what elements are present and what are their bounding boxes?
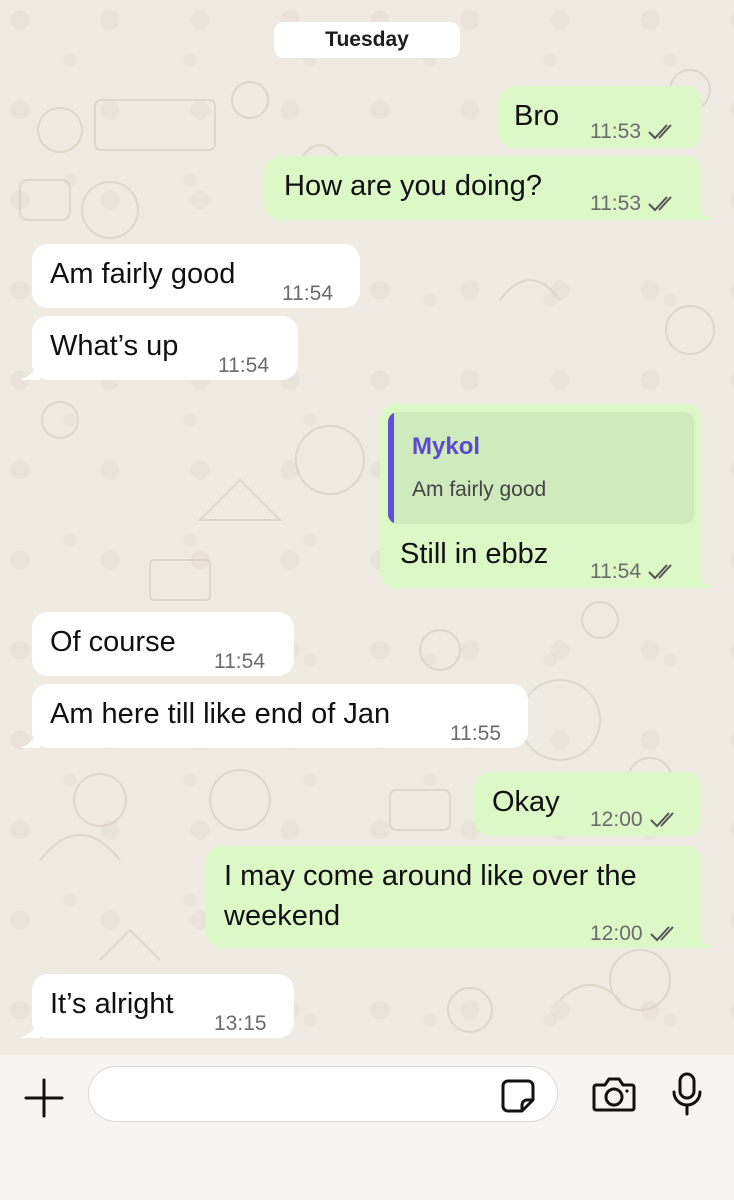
- message-text: Am fairly good: [50, 258, 236, 290]
- bubble-tail-incoming: [20, 360, 40, 380]
- quote-text: Am fairly good: [412, 478, 547, 501]
- message-bubble-outgoing[interactable]: Bro 11:53: [498, 86, 702, 148]
- message-meta: 11:54: [214, 642, 265, 682]
- sticker-icon[interactable]: [500, 1078, 536, 1114]
- double-check-read-icon: [648, 564, 672, 580]
- date-separator: Tuesday: [274, 22, 460, 58]
- message-meta: 11:55: [450, 714, 501, 754]
- message-meta: 11:54: [282, 274, 333, 314]
- message-time: 11:54: [590, 560, 641, 583]
- message-bubble-outgoing[interactable]: Okay 12:00: [474, 772, 702, 836]
- message-meta: 12:00: [590, 914, 679, 954]
- message-bubble-incoming[interactable]: What’s up 11:54: [32, 316, 298, 380]
- reply-quote[interactable]: Mykol Am fairly good: [388, 412, 694, 524]
- bubble-tail-outgoing: [694, 568, 714, 588]
- bubble-tail-outgoing: [694, 928, 714, 948]
- message-time: 12:00: [590, 922, 643, 945]
- message-text: Of course: [50, 626, 176, 658]
- message-input-box[interactable]: [88, 1066, 558, 1122]
- quote-accent-bar: [388, 412, 394, 524]
- message-time: 13:15: [214, 1012, 267, 1035]
- message-bubble-outgoing[interactable]: Mykol Am fairly good Still in ebbz 11:54: [380, 404, 702, 588]
- message-meta: 11:53: [590, 184, 677, 224]
- message-text: It’s alright: [50, 988, 174, 1020]
- double-check-read-icon: [649, 926, 674, 942]
- message-meta: 11:54: [590, 552, 677, 592]
- message-text-line: weekend: [224, 900, 341, 932]
- plus-icon[interactable]: [24, 1078, 64, 1118]
- message-meta: 12:00: [590, 800, 679, 840]
- double-check-read-icon: [649, 812, 674, 828]
- message-meta: 13:15: [214, 1004, 267, 1044]
- message-bubble-incoming[interactable]: It’s alright 13:15: [32, 974, 294, 1038]
- message-time: 11:54: [218, 354, 269, 377]
- message-bubble-outgoing[interactable]: How are you doing? 11:53: [264, 156, 702, 220]
- quote-author: Mykol: [412, 433, 481, 460]
- camera-icon[interactable]: [592, 1076, 636, 1112]
- message-bubble-incoming[interactable]: Am fairly good 11:54: [32, 244, 360, 308]
- message-text-line: I may come around like over the: [224, 860, 637, 892]
- message-text: Bro: [514, 100, 560, 132]
- message-time: 11:53: [590, 192, 641, 215]
- message-time: 11:54: [282, 282, 333, 305]
- message-time: 11:55: [450, 722, 501, 745]
- message-bubble-outgoing[interactable]: I may come around like over the weekend …: [206, 846, 702, 948]
- message-time: 12:00: [590, 808, 643, 831]
- message-text: How are you doing?: [284, 170, 542, 202]
- message-bubble-incoming[interactable]: Am here till like end of Jan 11:55: [32, 684, 528, 748]
- message-meta: 11:54: [218, 346, 269, 386]
- double-check-read-icon: [648, 196, 672, 212]
- message-text: What’s up: [50, 330, 179, 362]
- microphone-icon[interactable]: [670, 1072, 704, 1116]
- message-bubble-incoming[interactable]: Of course 11:54: [32, 612, 294, 676]
- bubble-tail-incoming: [20, 728, 40, 748]
- message-input[interactable]: [109, 1077, 503, 1113]
- message-time: 11:54: [214, 650, 265, 673]
- message-text: Still in ebbz: [400, 538, 549, 570]
- message-meta: 11:53: [590, 112, 677, 152]
- double-check-read-icon: [648, 124, 672, 140]
- message-text: Am here till like end of Jan: [50, 698, 391, 730]
- message-time: 11:53: [590, 120, 641, 143]
- message-text: Okay: [492, 786, 560, 818]
- bubble-tail-incoming: [20, 1018, 40, 1038]
- bubble-tail-outgoing: [694, 200, 714, 220]
